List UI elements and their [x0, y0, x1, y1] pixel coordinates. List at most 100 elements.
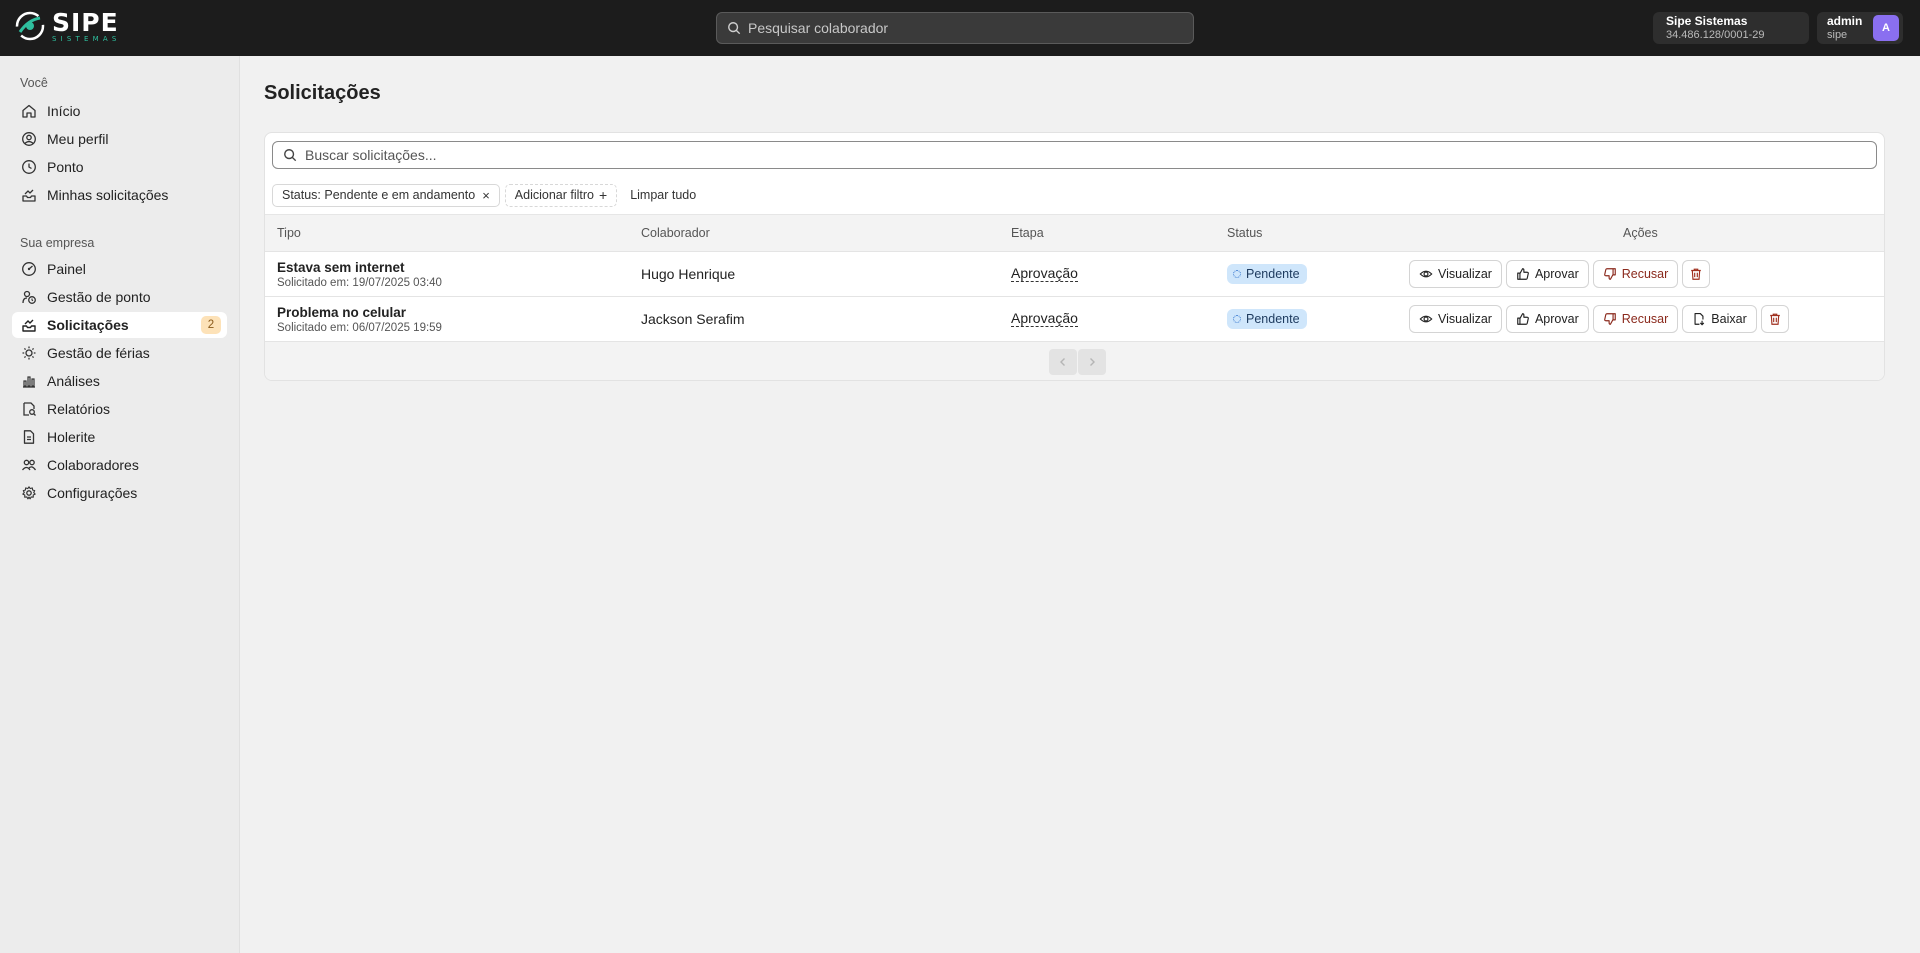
- download-button-label: Baixar: [1711, 312, 1747, 326]
- approve-button[interactable]: Aprovar: [1505, 260, 1589, 288]
- status-label: Pendente: [1246, 312, 1300, 326]
- sidebar-item-minhas-solicitacoes[interactable]: Minhas solicitações: [12, 182, 227, 208]
- status-filter-label: Status: Pendente e em andamento: [282, 188, 476, 202]
- clear-all-button[interactable]: Limpar tudo: [630, 188, 696, 202]
- refuse-button[interactable]: Recusar: [1592, 260, 1679, 288]
- column-header-actions: Ações: [1623, 226, 1658, 240]
- sidebar-item-configuracoes[interactable]: Configurações: [12, 480, 227, 506]
- delete-button[interactable]: [1682, 260, 1711, 288]
- request-type: Problema no celular: [277, 305, 407, 320]
- row-actions: Visualizar Aprovar Recusar: [1409, 260, 1714, 288]
- sidebar-item-solicitacoes[interactable]: Solicitações 2: [12, 312, 227, 338]
- sidebar-item-label: Análises: [47, 373, 100, 389]
- requests-search[interactable]: [272, 141, 1877, 169]
- file-download-icon: [1694, 313, 1705, 326]
- search-icon: [284, 149, 297, 162]
- top-bar: SIPE SISTEMAS Sipe Sistemas 34.486.128/0…: [0, 0, 1920, 56]
- view-button-label: Visualizar: [1438, 267, 1492, 281]
- column-header-stage[interactable]: Etapa: [1011, 226, 1044, 240]
- sidebar-item-holerite[interactable]: Holerite: [12, 424, 227, 450]
- trash-icon: [1691, 268, 1702, 280]
- logo-wordmark: SIPE: [52, 7, 119, 37]
- next-page-button[interactable]: [1078, 349, 1106, 375]
- sidebar-item-label: Gestão de férias: [47, 345, 150, 361]
- delete-button[interactable]: [1760, 305, 1789, 333]
- clock-icon: [22, 160, 36, 174]
- employee-name: Hugo Henrique: [641, 266, 736, 282]
- column-header-status[interactable]: Status: [1227, 226, 1262, 240]
- clock-users-icon: [22, 290, 36, 304]
- request-type: Estava sem internet: [277, 260, 405, 275]
- sidebar-item-relatorios[interactable]: Relatórios: [12, 396, 227, 422]
- search-icon: [728, 22, 741, 35]
- approve-button[interactable]: Aprovar: [1505, 305, 1589, 333]
- table-header: Tipo Colaborador Etapa Status Ações: [265, 215, 1884, 252]
- sidebar-item-label: Gestão de ponto: [47, 289, 151, 305]
- sidebar-item-label: Configurações: [47, 485, 138, 501]
- sidebar-item-label: Minhas solicitações: [47, 187, 169, 203]
- sidebar-item-painel[interactable]: Painel: [12, 256, 227, 282]
- view-button[interactable]: Visualizar: [1409, 260, 1502, 288]
- stage-label[interactable]: Aprovação: [1011, 311, 1078, 327]
- logo-mark-icon: [15, 11, 45, 41]
- employee-name: Jackson Serafim: [641, 311, 745, 327]
- requests-card: Status: Pendente e em andamento × Adicio…: [264, 132, 1885, 381]
- sidebar-item-label: Meu perfil: [47, 131, 109, 147]
- sidebar-item-inicio[interactable]: Início: [12, 98, 227, 124]
- view-button[interactable]: Visualizar: [1409, 305, 1502, 333]
- sidebar-item-gestao-de-ponto[interactable]: Gestão de ponto: [12, 284, 227, 310]
- view-button-label: Visualizar: [1438, 312, 1492, 326]
- status-badge: Pendente: [1227, 264, 1307, 284]
- pagination: [265, 342, 1884, 380]
- sidebar-item-gestao-de-ferias[interactable]: Gestão de férias: [12, 340, 227, 366]
- requests-search-input[interactable]: [305, 147, 1865, 163]
- thumbs-down-icon: [1603, 268, 1616, 280]
- sun-icon: [22, 346, 36, 360]
- employee-search[interactable]: [716, 12, 1194, 44]
- sidebar-item-meu-perfil[interactable]: Meu perfil: [12, 126, 227, 152]
- sidebar-item-colaboradores[interactable]: Colaboradores: [12, 452, 227, 478]
- sidebar-item-label: Ponto: [47, 159, 84, 175]
- gear-icon: [22, 486, 36, 500]
- page-title: Solicitações: [264, 82, 381, 104]
- refuse-button[interactable]: Recusar: [1592, 305, 1679, 333]
- trash-icon: [1769, 313, 1780, 325]
- sidebar-item-label: Painel: [47, 261, 86, 277]
- logo-tagline: SISTEMAS: [52, 34, 121, 43]
- sidebar: Você Início Meu perfil Ponto Minhas soli…: [0, 56, 240, 953]
- status-filter-chip[interactable]: Status: Pendente e em andamento ×: [272, 183, 500, 207]
- sidebar-item-label: Relatórios: [47, 401, 111, 417]
- remove-filter-icon[interactable]: ×: [482, 188, 490, 203]
- add-filter-button[interactable]: Adicionar filtro +: [504, 183, 618, 207]
- pending-dot-icon: [1233, 270, 1241, 278]
- inbox-icon: [22, 189, 36, 202]
- column-header-type[interactable]: Tipo: [277, 226, 301, 240]
- chevron-left-icon: [1060, 358, 1065, 366]
- download-button[interactable]: Baixar: [1682, 305, 1757, 333]
- row-actions: Visualizar Aprovar Recusar Baixar: [1409, 305, 1793, 333]
- stage-label[interactable]: Aprovação: [1011, 266, 1078, 282]
- eye-icon: [1419, 270, 1433, 278]
- sidebar-item-label: Colaboradores: [47, 457, 139, 473]
- sidebar-item-analises[interactable]: Análises: [12, 368, 227, 394]
- user-menu[interactable]: admin sipe A: [1817, 12, 1903, 44]
- table-row[interactable]: Problema no celular Solicitado em: 06/07…: [265, 297, 1884, 342]
- eye-icon: [1419, 315, 1433, 323]
- column-header-employee[interactable]: Colaborador: [641, 226, 710, 240]
- chevron-right-icon: [1090, 358, 1095, 366]
- inbox-icon: [22, 319, 36, 332]
- users-icon: [21, 459, 37, 471]
- table-row[interactable]: Estava sem internet Solicitado em: 19/07…: [265, 252, 1884, 297]
- employee-search-input[interactable]: [748, 20, 1178, 36]
- request-date: Solicitado em: 06/07/2025 19:59: [277, 322, 442, 334]
- bar-chart-icon: [23, 376, 35, 388]
- sidebar-item-ponto[interactable]: Ponto: [12, 154, 227, 180]
- sidebar-item-label: Holerite: [47, 429, 96, 445]
- company-selector[interactable]: Sipe Sistemas 34.486.128/0001-29: [1653, 12, 1809, 44]
- company-name: Sipe Sistemas: [1666, 14, 1748, 28]
- report-search-icon: [23, 402, 36, 416]
- sidebar-item-label: Início: [47, 103, 81, 119]
- sipe-logo[interactable]: SIPE SISTEMAS: [14, 9, 124, 43]
- filter-bar: Status: Pendente e em andamento × Adicio…: [272, 183, 696, 207]
- previous-page-button[interactable]: [1049, 349, 1077, 375]
